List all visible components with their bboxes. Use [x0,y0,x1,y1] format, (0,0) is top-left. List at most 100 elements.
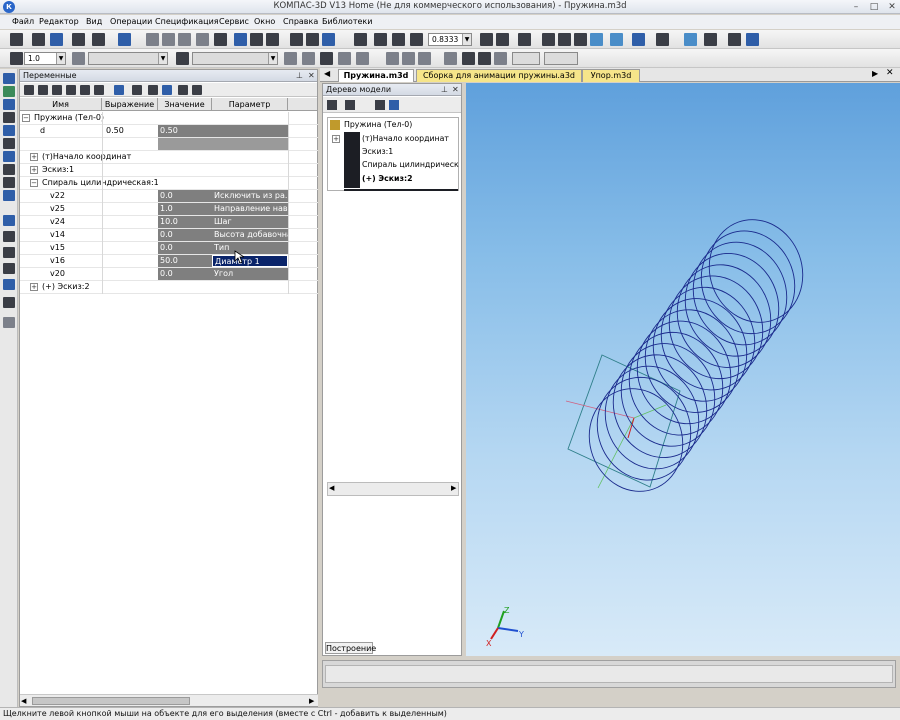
save-icon[interactable] [50,33,63,46]
color-icon[interactable] [72,52,85,65]
table-row-selected[interactable]: v16 50.0 Диаметр 1 [20,255,318,268]
manager-icon[interactable] [746,33,759,46]
measure-tool-icon[interactable] [3,138,15,149]
scroll-left-icon[interactable]: ◀ [21,697,26,705]
sheet-icon[interactable] [3,190,15,201]
table-row[interactable]: + Эскиз:1 [20,164,318,177]
shaded-edges-icon[interactable] [590,33,603,46]
param-field[interactable] [512,52,540,65]
row-value[interactable]: 10.0 [158,216,212,228]
tree-view-icon[interactable] [327,100,337,110]
scroll-right-icon[interactable]: ▶ [451,484,456,492]
tree-structure-icon[interactable] [389,100,399,110]
variables-icon[interactable] [234,33,247,46]
surface-icon[interactable] [3,99,15,110]
menu-editor[interactable]: Редактор [39,17,79,26]
tab-stop[interactable]: Упор.m3d [582,69,640,82]
orient-icon[interactable] [518,33,531,46]
header-name[interactable]: Имя [20,98,102,111]
function-icon[interactable] [80,85,90,95]
close-icon[interactable]: ✕ [308,71,315,80]
scroll-thumb[interactable] [32,697,190,705]
undo-icon[interactable] [196,33,209,46]
row-expression[interactable] [104,190,158,202]
external-icon[interactable] [66,85,76,95]
row-value[interactable] [158,138,212,150]
param-field-2[interactable] [544,52,578,65]
close-icon[interactable]: ✕ [884,1,900,13]
menu-libraries[interactable]: Библиотеки [322,17,372,26]
table-row[interactable]: v24 10.0 Шаг [20,216,318,229]
row-expression[interactable] [104,268,158,280]
extrude-icon[interactable] [444,52,457,65]
dimension-icon[interactable] [338,52,351,65]
pin-icon[interactable]: ⊥ [296,71,303,80]
filter-tool-icon[interactable] [3,151,15,162]
tree-scrollbar[interactable]: ◀ ▶ [327,482,459,496]
layer-field[interactable]: ▼ [88,52,168,65]
tab-construction[interactable]: Построение [325,642,376,654]
print-icon[interactable] [72,33,85,46]
horizontal-scrollbar[interactable]: ◀ ▶ [20,694,318,706]
line-width-field[interactable]: 1.0 ▼ [24,52,66,65]
zoom-window-icon[interactable] [354,33,367,46]
cut-extrude-icon[interactable] [462,52,475,65]
section-icon[interactable] [632,33,645,46]
tree-filter-icon[interactable] [375,100,385,110]
copy-icon[interactable] [162,33,175,46]
axis-icon[interactable] [418,52,431,65]
zoom-field[interactable]: 0.8333 ▼ [428,33,472,46]
report-icon[interactable] [3,177,15,188]
help-vars-icon[interactable] [192,85,202,95]
collapse-icon[interactable]: − [22,114,30,122]
new-variable-icon[interactable] [24,85,34,95]
edit-icon[interactable] [3,73,15,84]
expand-icon[interactable]: + [332,135,340,143]
row-value[interactable]: 0.0 [158,268,212,280]
row-value[interactable]: 0.50 [158,125,212,137]
note-icon[interactable] [356,52,369,65]
collapse-icon[interactable]: − [30,179,38,187]
move-icon[interactable] [3,263,15,274]
row-value[interactable]: 50.0 [158,255,212,267]
measure-icon[interactable] [250,33,263,46]
link-icon[interactable] [114,85,124,95]
delete-tool-icon[interactable] [3,317,15,328]
menu-file[interactable]: Файл [12,17,34,26]
snap-icon[interactable] [684,33,697,46]
filter-icon[interactable] [656,33,669,46]
row-expression[interactable] [104,242,158,254]
grid-tool-icon[interactable] [3,215,15,226]
mirror-icon[interactable] [3,247,15,258]
curve-icon[interactable] [3,86,15,97]
row-value[interactable]: 0.0 [158,229,212,241]
cut-icon[interactable] [146,33,159,46]
row-parameter-selected[interactable]: Диаметр 1 [212,255,288,267]
aux-geometry-icon[interactable] [3,125,15,136]
hatch-icon[interactable] [284,52,297,65]
table-row[interactable]: − Спираль цилиндрическая:1 [20,177,318,190]
pan-icon[interactable] [480,33,493,46]
close-icon[interactable]: ✕ [452,85,459,94]
point-icon[interactable] [320,52,333,65]
scale-icon[interactable] [3,279,15,290]
row-expression[interactable]: 0.50 [104,125,158,137]
table-row[interactable]: v14 0.0 Высота добавочна [20,229,318,242]
properties-icon[interactable] [118,33,131,46]
row-expression[interactable] [104,203,158,215]
header-parameter[interactable]: Параметр [212,98,288,111]
table-row[interactable]: v25 1.0 Направление нав... [20,203,318,216]
zoom-out-icon[interactable] [392,33,405,46]
scroll-left-icon[interactable]: ◀ [329,484,334,492]
revolve-icon[interactable] [478,52,491,65]
rebuild-icon[interactable] [132,85,142,95]
tree-icon[interactable] [290,33,303,46]
header-value[interactable]: Значение [158,98,212,111]
table-icon[interactable] [162,85,172,95]
menu-specification[interactable]: Спецификация [155,17,219,26]
table-row[interactable]: − Пружина (Тел-0) [20,112,318,125]
zoom-all-icon[interactable] [410,33,423,46]
tab-spring[interactable]: Пружина.m3d [338,69,414,82]
library-icon[interactable] [266,33,279,46]
scroll-right-icon[interactable]: ▶ [309,697,314,705]
